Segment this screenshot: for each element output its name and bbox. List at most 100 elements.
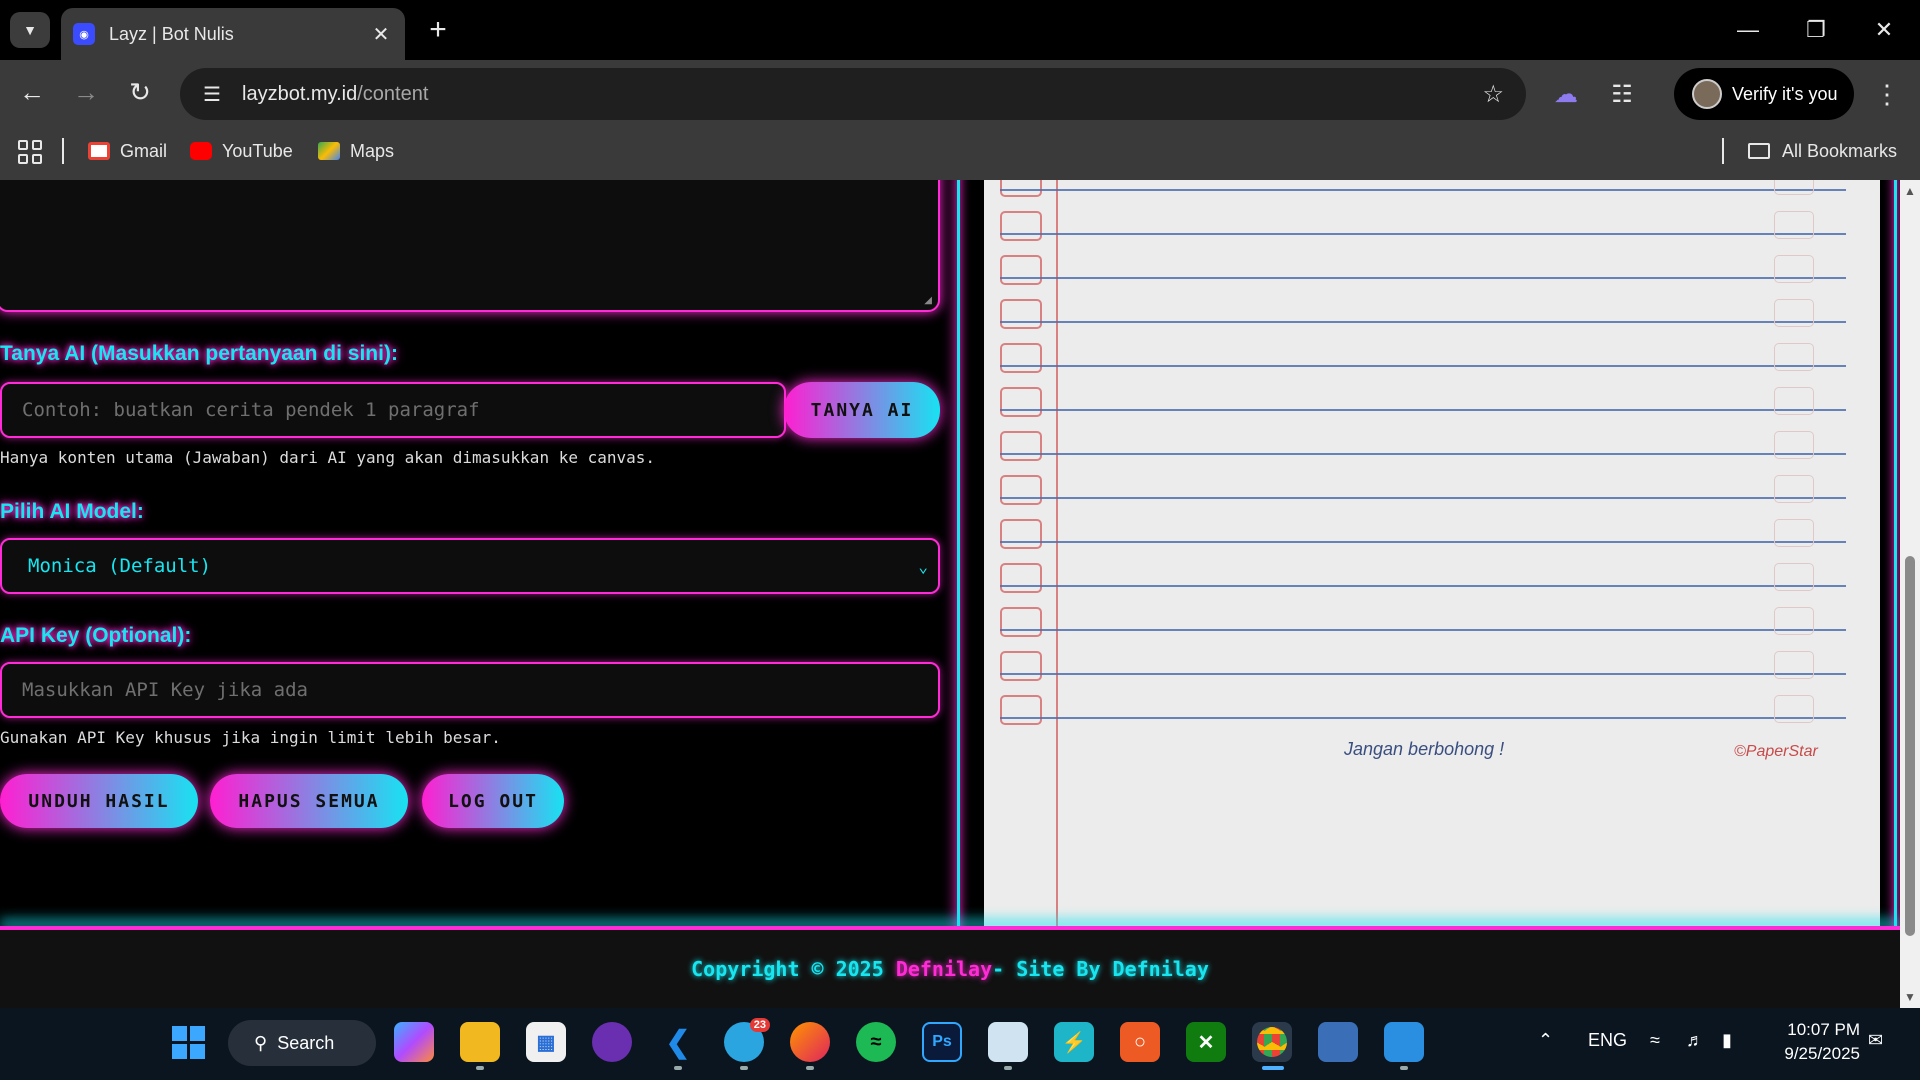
tray-overflow-icon[interactable]: ⌃ xyxy=(1538,1030,1553,1051)
ruled-line xyxy=(1000,717,1846,719)
ruled-line xyxy=(1000,585,1846,587)
file-explorer-icon[interactable] xyxy=(460,1022,500,1062)
avatar xyxy=(1692,79,1722,109)
copilot-icon[interactable] xyxy=(394,1022,434,1062)
extension-icon[interactable]: ☁ xyxy=(1544,72,1588,116)
binder-hole-faint xyxy=(1774,387,1814,415)
ruled-line xyxy=(1000,629,1846,631)
ruled-line xyxy=(1000,321,1846,323)
running-indicator xyxy=(1400,1066,1408,1070)
ruled-line xyxy=(1000,497,1846,499)
telegram-icon[interactable]: 23 xyxy=(724,1018,770,1062)
app-icon-3[interactable]: ⚡ xyxy=(1054,1022,1094,1062)
restore-button[interactable]: ❐ xyxy=(1786,10,1846,50)
chrome-icon[interactable] xyxy=(1252,1022,1292,1062)
clock-date: 9/25/2025 xyxy=(1784,1044,1860,1063)
running-indicator xyxy=(806,1066,814,1070)
volume-icon[interactable]: ♬ xyxy=(1686,1030,1704,1051)
binder-hole xyxy=(1000,651,1042,681)
resize-grip-icon[interactable]: ◢ xyxy=(924,295,932,306)
running-indicator xyxy=(674,1066,682,1070)
forward-button[interactable]: → xyxy=(66,72,106,112)
binder-hole xyxy=(1000,695,1042,725)
scroll-up-icon[interactable]: ▲ xyxy=(1904,184,1916,198)
bookmark-youtube[interactable]: YouTube xyxy=(190,136,293,166)
vscode-icon[interactable]: ❮ xyxy=(658,1022,698,1062)
address-bar[interactable]: ☰ layzbot.my.id/content ☆ xyxy=(180,68,1526,120)
binder-hole-faint xyxy=(1774,211,1814,239)
tab-title: Layz | Bot Nulis xyxy=(109,23,234,44)
microsoft-store-icon[interactable]: ▦ xyxy=(526,1022,566,1062)
site-by-text: - Site By Defnilay xyxy=(992,957,1209,981)
download-result-button[interactable]: UNDUH HASIL xyxy=(0,774,198,828)
ruled-line xyxy=(1000,673,1846,675)
browser-menu-icon[interactable]: ⋮ xyxy=(1872,72,1902,116)
binder-hole-faint xyxy=(1774,475,1814,503)
chevron-down-icon: ▼ xyxy=(23,22,37,38)
photoshop-icon[interactable]: Ps xyxy=(922,1022,962,1062)
extensions-puzzle-icon[interactable]: ☷ xyxy=(1600,72,1644,116)
tab-search-button[interactable]: ▼ xyxy=(10,12,50,48)
scroll-down-icon[interactable]: ▼ xyxy=(1904,990,1916,1004)
close-window-button[interactable]: ✕ xyxy=(1854,10,1914,50)
taskbar-clock[interactable]: 10:07 PM 9/25/2025 xyxy=(1770,1018,1860,1066)
logout-button[interactable]: LOG OUT xyxy=(422,774,564,828)
new-tab-button[interactable]: + xyxy=(420,12,456,48)
binder-hole xyxy=(1000,431,1042,461)
notification-icon[interactable]: ✉ xyxy=(1868,1030,1883,1051)
paper-footer-text: Jangan berbohong ! xyxy=(1344,739,1505,759)
bookmark-divider-right xyxy=(1722,138,1724,164)
profile-verify-button[interactable]: Verify it's you xyxy=(1674,68,1854,120)
start-button[interactable] xyxy=(168,1022,208,1062)
scroll-thumb[interactable] xyxy=(1905,556,1915,936)
site-info-icon[interactable]: ☰ xyxy=(192,82,232,107)
language-indicator[interactable]: ENG xyxy=(1588,1030,1627,1051)
model-select[interactable]: Monica (Default) ⌄ xyxy=(0,538,940,594)
bookmark-maps[interactable]: Maps xyxy=(318,136,394,166)
bookmark-star-icon[interactable]: ☆ xyxy=(1482,80,1504,109)
app-icon[interactable] xyxy=(592,1022,632,1062)
binder-hole xyxy=(1000,607,1042,637)
active-tab[interactable]: ◉ Layz | Bot Nulis ✕ xyxy=(61,8,405,60)
binder-hole-faint xyxy=(1774,519,1814,547)
taskbar-search[interactable]: ⚲ Search xyxy=(228,1020,376,1066)
binder-hole-faint xyxy=(1774,299,1814,327)
ruled-line xyxy=(1000,541,1846,543)
binder-hole xyxy=(1000,255,1042,285)
api-key-input[interactable]: Masukkan API Key jika ada xyxy=(0,662,940,718)
reload-button[interactable]: ↻ xyxy=(120,72,160,112)
back-button[interactable]: ← xyxy=(12,72,52,112)
ruled-line xyxy=(1000,277,1846,279)
ruled-line xyxy=(1000,189,1846,191)
ruled-line xyxy=(1000,453,1846,455)
xbox-icon[interactable]: ✕ xyxy=(1186,1022,1226,1062)
firefox-icon[interactable] xyxy=(790,1022,830,1062)
ask-ai-button[interactable]: TANYA AI xyxy=(784,382,940,438)
binder-hole xyxy=(1000,299,1042,329)
ask-ai-input[interactable]: Contoh: buatkan cerita pendek 1 paragraf xyxy=(0,382,786,438)
apps-grid-icon[interactable] xyxy=(18,140,42,164)
author-link[interactable]: Defnilay xyxy=(896,957,992,981)
all-bookmarks-button[interactable]: All Bookmarks xyxy=(1748,136,1897,166)
youtube-icon xyxy=(190,142,212,160)
verify-label: Verify it's you xyxy=(1732,83,1838,104)
close-tab-icon[interactable]: ✕ xyxy=(369,22,393,47)
wifi-icon[interactable]: ≈ xyxy=(1650,1030,1660,1051)
clear-all-button[interactable]: HAPUS SEMUA xyxy=(210,774,408,828)
gmail-icon xyxy=(88,142,110,160)
minimize-button[interactable]: — xyxy=(1718,10,1778,50)
remote-desktop-icon[interactable] xyxy=(1318,1022,1358,1062)
battery-icon[interactable]: ▮ xyxy=(1722,1030,1732,1051)
ubuntu-icon[interactable]: ○ xyxy=(1120,1022,1160,1062)
app-icon-2[interactable] xyxy=(988,1022,1028,1062)
model-select-value: Monica (Default) xyxy=(28,555,212,577)
spotify-icon[interactable]: ≈ xyxy=(856,1022,896,1062)
bookmark-divider xyxy=(62,138,64,164)
bookmark-gmail[interactable]: Gmail xyxy=(88,136,167,166)
search-icon: ⚲ xyxy=(254,1032,268,1053)
paper-canvas: Jangan berbohong ! ©PaperStar xyxy=(984,180,1880,1008)
ruled-line xyxy=(1000,365,1846,367)
notepad-icon[interactable] xyxy=(1384,1022,1424,1062)
text-input-area[interactable]: ◢ xyxy=(0,180,940,312)
page-scrollbar[interactable]: ▲ ▼ xyxy=(1900,180,1920,1008)
